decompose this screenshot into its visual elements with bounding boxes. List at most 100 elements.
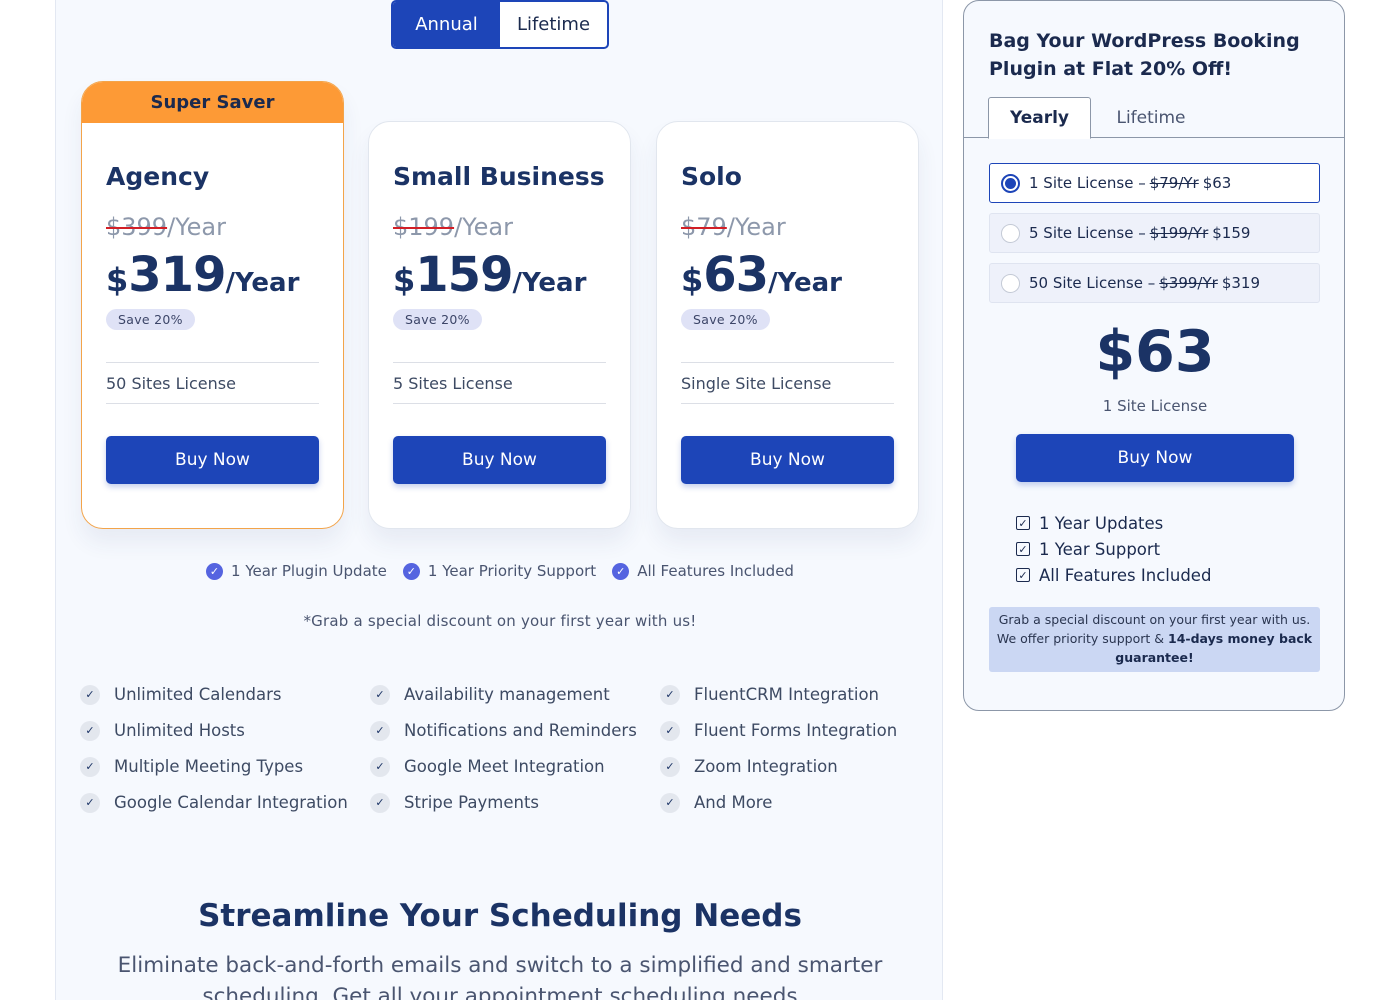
feature-item: ✓ Unlimited Calendars	[80, 683, 370, 706]
feature-label: Multiple Meeting Types	[114, 757, 304, 776]
license-option-1-site[interactable]: 1 Site License – $79/Yr $63	[989, 163, 1320, 203]
pricing-section: Annual Lifetime Super Saver Agency $399/…	[55, 0, 943, 1000]
feature-item: ✓ Google Meet Integration	[370, 755, 660, 778]
feature-item: ✓ And More	[660, 791, 950, 814]
check-icon: ✓	[80, 756, 100, 777]
check-circle-icon: ✓	[612, 562, 630, 580]
old-price: $399/Year	[106, 213, 319, 241]
old-price-suffix: /Year	[454, 213, 513, 241]
feature-label: Availability management	[404, 685, 610, 704]
tab-yearly[interactable]: Yearly	[988, 97, 1091, 139]
feature-item: ✓ Availability management	[370, 683, 660, 706]
option-old-price: $399/Yr	[1159, 274, 1218, 292]
feature-label: Google Calendar Integration	[114, 793, 348, 812]
plan-card-agency: Super Saver Agency $399/Year $319/Year S…	[81, 81, 344, 529]
discount-widget: Bag Your WordPress Booking Plugin at Fla…	[963, 0, 1345, 711]
plan-name: Solo	[681, 162, 742, 191]
license-count: 50 Sites License	[106, 362, 319, 404]
checkbox-icon: ✓	[1016, 568, 1030, 582]
check-icon: ✓	[80, 792, 100, 813]
feature-label: FluentCRM Integration	[694, 685, 879, 704]
perks-row: ✓ 1 Year Plugin Update ✓ 1 Year Priority S…	[56, 562, 944, 580]
discount-note: *Grab a special discount on your first y…	[303, 612, 697, 630]
license-option-50-site[interactable]: 50 Site License – $399/Yr $319	[989, 263, 1320, 303]
save-badge: Save 20%	[393, 309, 482, 330]
plan-name: Agency	[106, 162, 210, 191]
toggle-lifetime[interactable]: Lifetime	[500, 2, 607, 47]
section-title: Streamline Your Scheduling Needs	[198, 898, 802, 934]
feature-label: Stripe Payments	[404, 793, 540, 812]
price-currency: $	[681, 261, 704, 299]
toggle-annual[interactable]: Annual	[393, 2, 500, 47]
option-label: 50 Site License –	[1029, 274, 1156, 292]
option-label: 5 Site License –	[1029, 224, 1146, 242]
old-price: $79/Year	[681, 213, 894, 241]
benefit-label: 1 Year Support	[1039, 539, 1161, 559]
check-icon: ✓	[660, 792, 680, 813]
check-icon: ✓	[660, 684, 680, 705]
billing-toggle: Annual Lifetime	[391, 0, 609, 49]
feature-label: Fluent Forms Integration	[694, 721, 898, 740]
check-icon: ✓	[370, 684, 390, 705]
price-amount: 63	[703, 247, 769, 303]
feature-item: ✓ Zoom Integration	[660, 755, 950, 778]
radio-button[interactable]	[1001, 173, 1020, 193]
benefit-item: ✓ 1 Year Updates	[1016, 510, 1211, 536]
super-saver-ribbon: Super Saver	[82, 82, 343, 123]
check-icon: ✓	[370, 756, 390, 777]
save-badge: Save 20%	[106, 309, 195, 330]
perk-item: ✓ 1 Year Priority Support	[402, 562, 596, 580]
buy-now-button[interactable]: Buy Now	[106, 436, 319, 484]
feature-item: ✓ FluentCRM Integration	[660, 683, 950, 706]
selected-license: 1 Site License	[1102, 397, 1208, 415]
feature-item: ✓ Google Calendar Integration	[80, 791, 370, 814]
perk-item: ✓ 1 Year Plugin Update	[206, 562, 387, 580]
widget-title: Bag Your WordPress Booking Plugin at Fla…	[989, 30, 1300, 80]
perk-label: All Features Included	[637, 562, 794, 580]
old-price-value: $199	[393, 213, 455, 241]
feature-label: Zoom Integration	[694, 757, 838, 776]
price-period: /Year	[225, 268, 300, 298]
check-icon: ✓	[660, 720, 680, 741]
benefit-item: ✓ 1 Year Support	[1016, 536, 1211, 562]
feature-item: ✓ Notifications and Reminders	[370, 719, 660, 742]
checkbox-icon: ✓	[1016, 542, 1030, 556]
tab-lifetime[interactable]: Lifetime	[1099, 97, 1203, 138]
plan-name: Small Business	[393, 162, 605, 191]
widget-buy-now-button[interactable]: Buy Now	[1016, 434, 1294, 482]
old-price: $199/Year	[393, 213, 606, 241]
features-grid: ✓ Unlimited Calendars ✓ Availability manag…	[80, 683, 950, 814]
option-price: $159	[1212, 224, 1251, 242]
price-amount: 159	[415, 247, 513, 303]
old-price-suffix: /Year	[726, 213, 786, 241]
radio-button[interactable]	[1001, 273, 1020, 293]
widget-tabs: Yearly Lifetime	[964, 97, 1344, 139]
radio-button[interactable]	[1001, 223, 1020, 243]
feature-label: And More	[694, 793, 773, 812]
price-currency: $	[106, 261, 129, 299]
new-price: $319/Year	[106, 247, 319, 303]
benefits-list: ✓ 1 Year Updates ✓ 1 Year Support ✓ All Fea…	[1016, 510, 1211, 588]
check-icon: ✓	[80, 684, 100, 705]
option-old-price: $79/Yr	[1149, 174, 1199, 192]
feature-label: Unlimited Hosts	[114, 721, 245, 740]
note-line-2: We offer priority support & 14-days mone…	[989, 629, 1320, 667]
checkbox-icon: ✓	[1016, 516, 1030, 530]
feature-item: ✓ Multiple Meeting Types	[80, 755, 370, 778]
benefit-label: All Features Included	[1039, 565, 1212, 585]
benefit-label: 1 Year Updates	[1039, 513, 1164, 533]
buy-now-button[interactable]: Buy Now	[393, 436, 606, 484]
license-option-5-site[interactable]: 5 Site License – $199/Yr $159	[989, 213, 1320, 253]
selected-price: $63	[1095, 319, 1215, 385]
buy-now-button[interactable]: Buy Now	[681, 436, 894, 484]
perk-item: ✓ All Features Included	[612, 562, 794, 580]
section-text: Eliminate back-and-forth emails and swit…	[117, 953, 883, 1000]
benefit-item: ✓ All Features Included	[1016, 562, 1211, 588]
old-price-value: $79	[681, 213, 727, 241]
feature-item: ✓ Stripe Payments	[370, 791, 660, 814]
feature-label: Notifications and Reminders	[404, 721, 637, 740]
price-currency: $	[393, 261, 416, 299]
check-icon: ✓	[660, 756, 680, 777]
plan-card-solo: Solo $79/Year $63/Year Save 20% Single S…	[656, 121, 919, 529]
option-price: $319	[1221, 274, 1260, 292]
